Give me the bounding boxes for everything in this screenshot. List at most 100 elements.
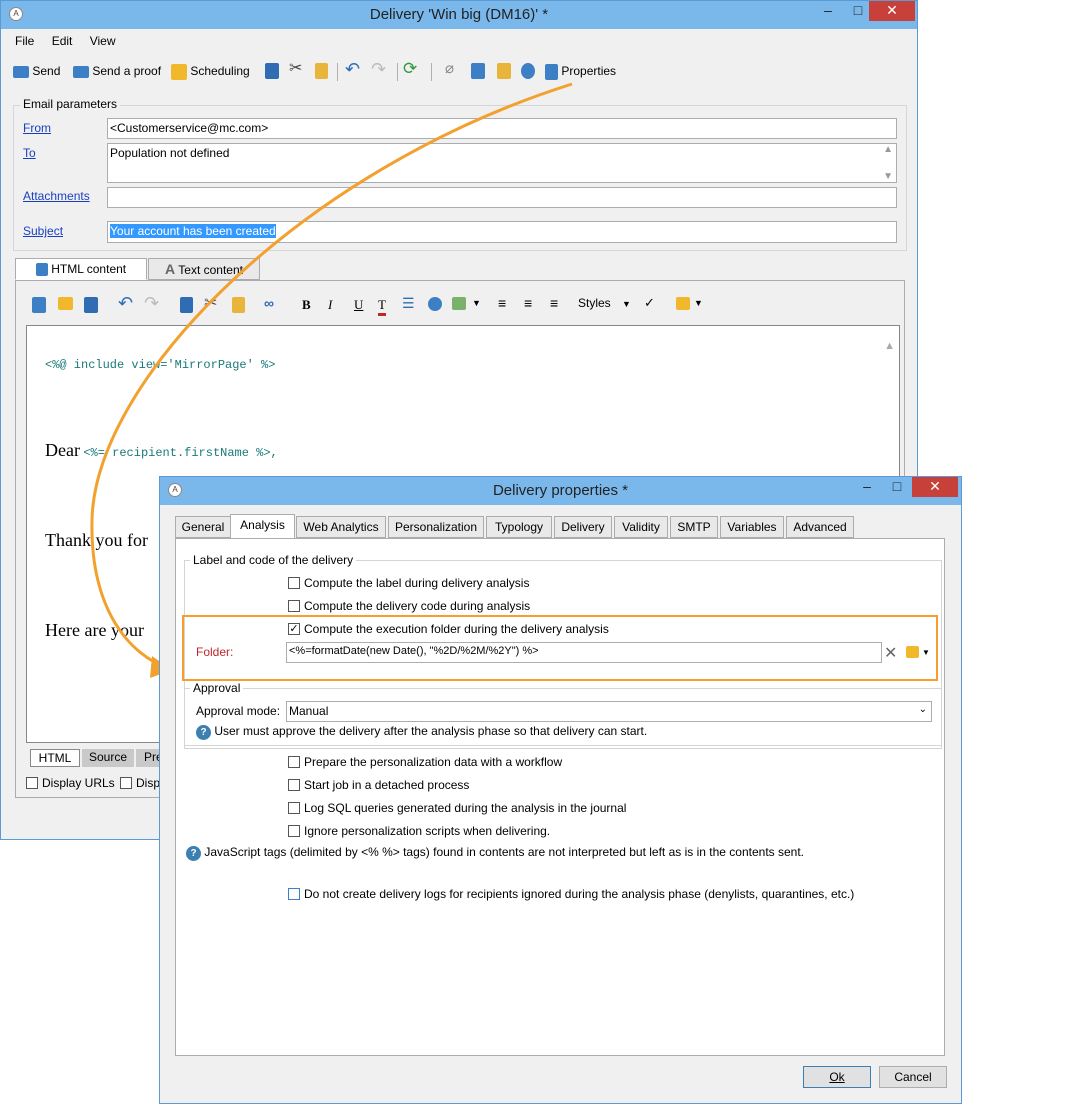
compute-code-text: Compute the delivery code during analysi…: [304, 599, 531, 613]
cut-icon[interactable]: ✂: [289, 59, 302, 79]
approval-mode-select[interactable]: Manual ⌄: [286, 701, 932, 722]
label-code-legend: Label and code of the delivery: [190, 553, 357, 567]
from-field[interactable]: <Customerservice@mc.com>: [107, 118, 897, 139]
align-center-icon[interactable]: ≡: [524, 295, 532, 311]
undo-icon[interactable]: ↶: [118, 293, 133, 314]
copy-icon[interactable]: [265, 63, 279, 79]
from-link[interactable]: From: [23, 121, 51, 135]
no-logs-checkbox[interactable]: [288, 888, 300, 900]
thank-you-line: Thank you for: [45, 530, 148, 550]
subject-value: Your account has been created: [110, 224, 276, 238]
spellcheck-icon[interactable]: ✓: [644, 295, 655, 311]
image-icon[interactable]: [452, 297, 466, 310]
tracking-icon[interactable]: [521, 63, 535, 79]
close-icon[interactable]: ✕: [912, 477, 958, 497]
bold-icon[interactable]: B: [302, 297, 311, 313]
chevron-down-icon: ⌄: [918, 704, 927, 715]
maximize-icon[interactable]: □: [882, 477, 912, 497]
compute-code-checkbox[interactable]: [288, 600, 300, 612]
prepare-workflow-checkbox[interactable]: [288, 756, 300, 768]
ok-button[interactable]: Ok: [803, 1066, 871, 1088]
subject-field[interactable]: Your account has been created: [107, 221, 897, 243]
redo-icon[interactable]: ↷: [144, 293, 159, 314]
here-are-line: Here are your: [45, 620, 144, 640]
underline-icon[interactable]: U: [354, 297, 363, 313]
attachments-field[interactable]: [107, 187, 897, 208]
text-a-icon: A: [165, 261, 176, 277]
redo-icon[interactable]: ↷: [371, 59, 386, 79]
paste-icon[interactable]: [315, 63, 328, 79]
new-doc-icon[interactable]: [32, 297, 46, 313]
tab-general[interactable]: General: [175, 516, 231, 538]
cancel-button[interactable]: Cancel: [879, 1066, 947, 1088]
send-proof-button[interactable]: Send a proof: [73, 61, 161, 81]
find-icon[interactable]: ∞: [264, 295, 274, 311]
envelope-icon: [13, 65, 29, 78]
align-right-icon[interactable]: ≡: [550, 295, 558, 311]
menu-edit[interactable]: Edit: [52, 34, 73, 48]
paste-icon[interactable]: [232, 297, 245, 313]
open-folder-icon[interactable]: [58, 297, 73, 310]
menu-view[interactable]: View: [90, 34, 116, 48]
undo-icon[interactable]: ↶: [345, 59, 360, 79]
tab-typology[interactable]: Typology: [486, 516, 552, 538]
insert-dropdown-icon[interactable]: ▼: [694, 298, 703, 308]
display-urls-checkbox[interactable]: [26, 777, 38, 789]
image-dropdown-icon[interactable]: ▼: [472, 298, 481, 308]
clipboard-icon: [545, 63, 558, 80]
globe-icon[interactable]: [428, 297, 442, 311]
scroll-up-icon[interactable]: ▲: [883, 144, 893, 155]
main-window-title: Delivery 'Win big (DM16)' *: [369, 6, 549, 23]
insert-field-icon[interactable]: [676, 297, 690, 310]
styles-dropdown[interactable]: Styles ▼: [578, 296, 631, 310]
minimize-icon[interactable]: –: [813, 1, 843, 21]
gift-icon[interactable]: [497, 63, 511, 79]
toolbar-separator: [337, 63, 338, 81]
subject-link[interactable]: Subject: [23, 224, 63, 238]
tab-validity[interactable]: Validity: [614, 516, 668, 538]
minimize-icon[interactable]: –: [852, 477, 882, 497]
properties-button[interactable]: Properties: [545, 61, 616, 81]
tab-text-content[interactable]: A Text content: [148, 258, 260, 280]
tab-web-analytics[interactable]: Web Analytics: [296, 516, 386, 538]
bottom-tab-source[interactable]: Source: [82, 749, 134, 767]
ignore-scripts-checkbox[interactable]: [288, 825, 300, 837]
calendar-icon: [171, 63, 187, 80]
tab-smtp[interactable]: SMTP: [670, 516, 718, 538]
attachments-link[interactable]: Attachments: [23, 189, 90, 203]
send-button[interactable]: Send: [13, 61, 60, 81]
align-left-icon[interactable]: ≡: [498, 295, 506, 311]
to-field[interactable]: Population not defined ▲ ▼: [107, 143, 897, 183]
tab-advanced[interactable]: Advanced: [786, 516, 854, 538]
close-icon[interactable]: ✕: [869, 1, 915, 21]
proof-envelope-icon: [73, 65, 89, 78]
scheduling-button[interactable]: Scheduling: [171, 61, 250, 81]
menu-file[interactable]: File: [15, 34, 34, 48]
to-link[interactable]: To: [23, 146, 36, 160]
tab-variables[interactable]: Variables: [720, 516, 784, 538]
log-sql-checkbox[interactable]: [288, 802, 300, 814]
cut-icon[interactable]: ✂: [204, 293, 217, 313]
compute-label-checkbox[interactable]: [288, 577, 300, 589]
tab-delivery[interactable]: Delivery: [554, 516, 612, 538]
list-icon[interactable]: ☰: [402, 295, 415, 312]
tab-analysis[interactable]: Analysis: [230, 514, 295, 539]
toolbar-separator: [397, 63, 398, 81]
refresh-icon[interactable]: ⟳: [403, 59, 417, 79]
attachment-icon[interactable]: ⌀: [445, 59, 454, 79]
text-color-icon[interactable]: T: [378, 297, 386, 316]
italic-icon[interactable]: I: [328, 297, 332, 313]
tab-html-content[interactable]: HTML content: [15, 258, 147, 280]
bottom-tab-html[interactable]: HTML: [30, 749, 80, 767]
editor-scroll-up-icon[interactable]: ▲: [884, 340, 895, 352]
dear-text: Dear: [45, 440, 80, 460]
help-icon: ?: [186, 846, 201, 861]
display-other-checkbox[interactable]: [120, 777, 132, 789]
chevron-down-icon: ▼: [622, 299, 631, 309]
save-icon[interactable]: [84, 297, 98, 313]
copy-icon[interactable]: [180, 297, 193, 313]
tab-personalization[interactable]: Personalization: [388, 516, 484, 538]
scroll-down-icon[interactable]: ▼: [883, 171, 893, 182]
start-detached-checkbox[interactable]: [288, 779, 300, 791]
link-icon[interactable]: [471, 63, 485, 79]
